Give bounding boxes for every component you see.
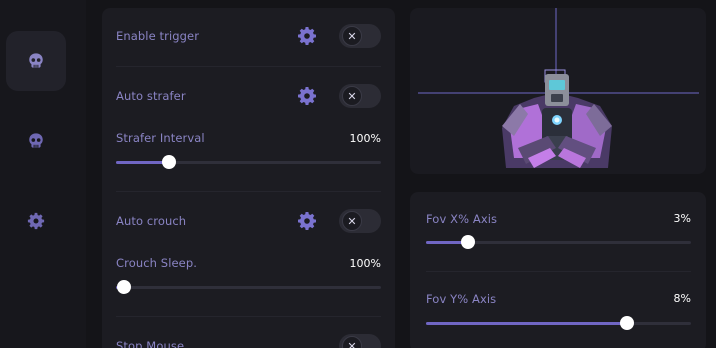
auto-crouch-label: Auto crouch — [116, 214, 187, 228]
close-icon: ✕ — [347, 29, 357, 43]
divider — [116, 66, 381, 67]
stop-mouse-label: Stop Mouse — [116, 339, 185, 348]
slider-thumb[interactable] — [116, 280, 131, 294]
strafer-interval-slider[interactable] — [116, 155, 381, 169]
sidebar — [0, 0, 86, 348]
fov-x-slider[interactable] — [426, 235, 691, 249]
fov-y-slider[interactable] — [426, 316, 691, 330]
close-icon: ✕ — [347, 214, 357, 228]
slider-thumb[interactable] — [620, 316, 635, 330]
toggle-knob: ✕ — [342, 86, 362, 106]
slider-thumb[interactable] — [461, 235, 476, 249]
crouch-sleep-slider[interactable] — [116, 280, 381, 294]
crouch-sleep-value: 100% — [349, 257, 381, 270]
skull-icon — [29, 133, 43, 148]
auto-strafer-label: Auto strafer — [116, 89, 186, 103]
close-icon: ✕ — [347, 89, 357, 103]
auto-crouch-toggle[interactable]: ✕ — [339, 209, 381, 233]
close-icon: ✕ — [347, 339, 357, 348]
fov-preview — [410, 8, 706, 174]
auto-crouch-settings-gear-icon[interactable] — [297, 211, 317, 231]
toggle-knob: ✕ — [342, 26, 362, 46]
fov-y-value: 8% — [673, 292, 691, 305]
slider-fill — [426, 322, 628, 325]
stop-mouse-toggle[interactable]: ✕ — [339, 334, 381, 348]
auto-strafer-settings-gear-icon[interactable] — [297, 86, 317, 106]
gear-icon — [27, 212, 45, 230]
divider — [116, 316, 381, 317]
fov-settings-panel: Fov X% Axis 3% Fov Y% Axis 8% — [410, 192, 706, 348]
toggle-knob: ✕ — [342, 336, 362, 348]
slider-thumb[interactable] — [162, 155, 176, 169]
crouch-sleep-label: Crouch Sleep. — [116, 256, 197, 270]
settings-panel: Enable trigger ✕ Auto strafer ✕ Strafer … — [102, 8, 395, 348]
nav-item-aimbot[interactable] — [6, 31, 66, 91]
character-preview-image — [418, 8, 699, 168]
enable-trigger-label: Enable trigger — [116, 29, 200, 43]
nav-item-settings[interactable] — [6, 191, 66, 251]
toggle-knob: ✕ — [342, 211, 362, 231]
fov-x-label: Fov X% Axis — [426, 212, 498, 226]
enable-trigger-toggle[interactable]: ✕ — [339, 24, 381, 48]
strafer-interval-value: 100% — [349, 132, 381, 145]
enable-trigger-settings-gear-icon[interactable] — [297, 26, 317, 46]
skull-icon — [29, 53, 43, 68]
strafer-interval-label: Strafer Interval — [116, 131, 205, 145]
auto-strafer-toggle[interactable]: ✕ — [339, 84, 381, 108]
divider — [426, 271, 691, 272]
nav-item-triggerbot[interactable] — [6, 111, 66, 171]
fov-y-label: Fov Y% Axis — [426, 292, 497, 306]
fov-x-value: 3% — [673, 212, 691, 225]
divider — [116, 191, 381, 192]
